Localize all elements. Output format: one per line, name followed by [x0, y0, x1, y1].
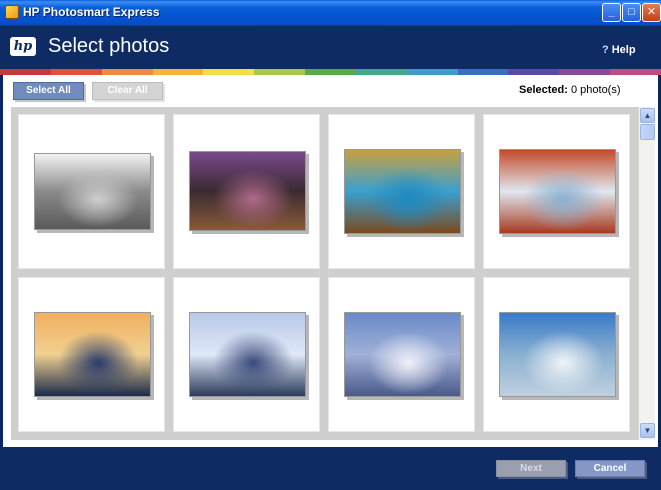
photo-cell[interactable]	[173, 114, 320, 269]
minimize-button[interactable]: _	[602, 3, 621, 22]
scroll-down-icon: ▼	[643, 426, 652, 435]
photo-mountain-peak[interactable]	[344, 312, 461, 397]
close-button[interactable]: ✕	[642, 3, 661, 22]
maximize-icon: □	[628, 6, 635, 18]
help-link[interactable]: ? Help	[602, 44, 636, 56]
app-icon	[5, 5, 19, 19]
next-button[interactable]: Next	[496, 460, 566, 477]
photo-hot-spring[interactable]	[344, 149, 461, 234]
photo-dancers-sunset[interactable]	[189, 151, 306, 231]
help-label: Help	[611, 44, 636, 56]
scroll-down-button[interactable]: ▼	[640, 423, 655, 438]
header-bar: hp Select photos ? Help	[0, 26, 661, 69]
photo-cell[interactable]	[18, 114, 165, 269]
photo-grid	[11, 107, 655, 440]
selected-label: Selected:	[519, 84, 568, 96]
select-all-button[interactable]: Select All	[13, 82, 84, 100]
close-icon: ✕	[646, 6, 657, 18]
window-titlebar[interactable]: HP Photosmart Express _ □ ✕	[0, 0, 661, 26]
photo-cell[interactable]	[328, 114, 475, 269]
photo-cell[interactable]	[328, 277, 475, 432]
photo-cell[interactable]	[483, 277, 630, 432]
photo-river-delta[interactable]	[499, 149, 616, 234]
selected-count: Selected: 0 photo(s)	[519, 84, 621, 96]
clear-all-button[interactable]: Clear All	[92, 82, 163, 100]
photo-cell[interactable]	[173, 277, 320, 432]
scroll-up-button[interactable]: ▲	[640, 108, 655, 123]
maximize-button[interactable]: □	[622, 3, 641, 22]
hp-logo-icon: hp	[10, 37, 36, 56]
window-title: HP Photosmart Express	[23, 5, 160, 19]
scroll-up-icon: ▲	[643, 111, 652, 120]
photo-crater-lake[interactable]	[189, 312, 306, 397]
vertical-scrollbar[interactable]: ▲ ▼	[638, 107, 655, 440]
selected-value: 0 photo(s)	[570, 84, 621, 96]
minimize-icon: _	[608, 6, 615, 18]
scrollbar-thumb[interactable]	[640, 124, 655, 140]
photo-cell[interactable]	[483, 114, 630, 269]
photo-kite-flight[interactable]	[34, 153, 151, 230]
cancel-button[interactable]: Cancel	[575, 460, 645, 477]
photo-cell[interactable]	[18, 277, 165, 432]
photo-wave-surfer[interactable]	[499, 312, 616, 397]
page-title: Select photos	[48, 35, 170, 57]
photo-sea-stacks[interactable]	[34, 312, 151, 397]
help-icon: ?	[602, 44, 609, 56]
